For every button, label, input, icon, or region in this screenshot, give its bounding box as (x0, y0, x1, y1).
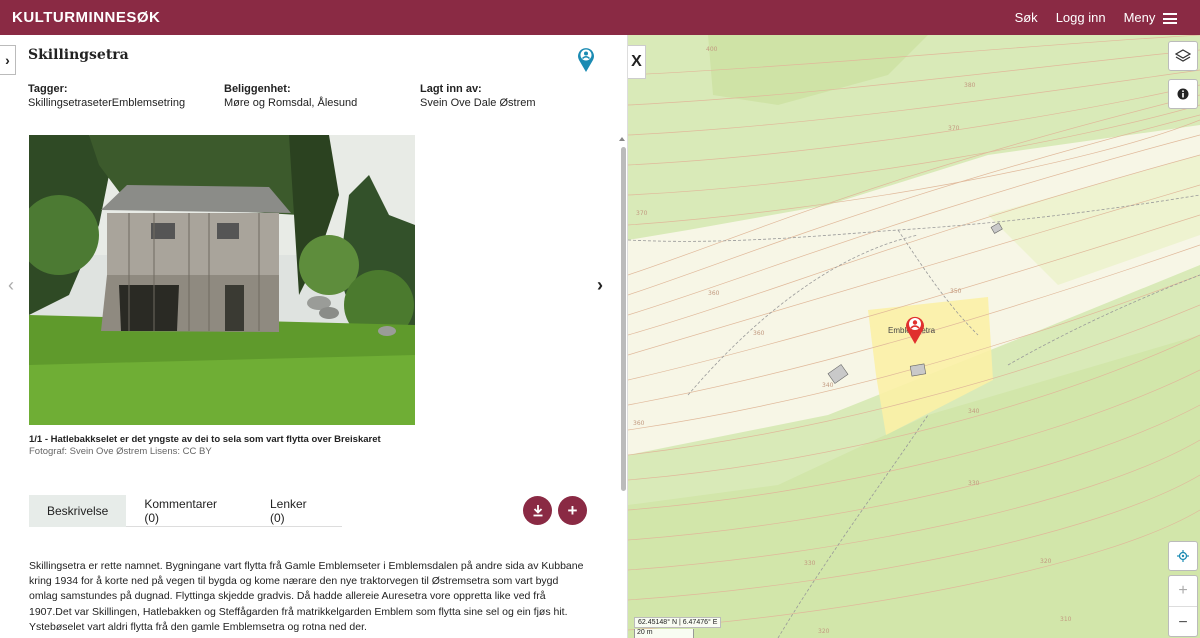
top-bar: KULTURMINNESØK Søk Logg inn Meny (0, 0, 1200, 35)
tab-description[interactable]: Beskrivelse (29, 495, 127, 527)
scale-bar: 20 m (634, 629, 694, 638)
svg-text:350: 350 (950, 288, 962, 295)
location-block: Beliggenhet: Møre og Romsdal, Ålesund (224, 82, 357, 110)
description-text: Skillingsetra er rette namnet. Bygningan… (29, 560, 584, 633)
download-icon (533, 505, 542, 517)
search-link[interactable]: Søk (1006, 10, 1047, 25)
brand-logo[interactable]: KULTURMINNESØK (12, 9, 160, 26)
contour-label: 400 (706, 46, 718, 53)
svg-text:330: 330 (968, 480, 980, 487)
tags-value: SkillingsetraseterEmblemsetring (28, 97, 186, 109)
layers-icon (1175, 49, 1191, 62)
prev-image-button[interactable]: ‹ (8, 275, 14, 296)
tab-links[interactable]: Lenker (0) (252, 495, 342, 527)
info-icon (1177, 88, 1189, 100)
record-panel: › Skillingsetra Tagger: Skillingsetraset… (0, 35, 628, 638)
close-panel-button[interactable]: X (628, 45, 646, 79)
location-pin-icon[interactable] (576, 47, 596, 73)
zoom-controls: + − (1168, 575, 1198, 637)
record-tabs: Beskrivelse Kommentarer (0) Lenker (0) (29, 495, 342, 527)
add-button[interactable]: + (558, 496, 587, 525)
coordinate-readout: 62.45148° N | 6.47476° E (634, 617, 722, 628)
svg-text:380: 380 (964, 82, 976, 89)
expand-panel-button[interactable]: › (0, 45, 16, 75)
photo-caption: 1/1 - Hatlebakkselet er det yngste av de… (29, 434, 381, 458)
map-view[interactable]: 400 380 370 370 360 360 350 340 360 340 … (628, 35, 1200, 638)
location-value: Møre og Romsdal, Ålesund (224, 97, 358, 109)
svg-text:360: 360 (753, 330, 765, 337)
svg-text:370: 370 (636, 210, 648, 217)
tags-block: Tagger: SkillingsetraseterEmblemsetring (28, 82, 185, 110)
svg-text:330: 330 (804, 560, 816, 567)
caption-text: 1/1 - Hatlebakkselet er det yngste av de… (29, 434, 381, 445)
login-link[interactable]: Logg inn (1047, 10, 1115, 25)
download-button[interactable] (523, 496, 552, 525)
zoom-in-button[interactable]: + (1169, 576, 1197, 607)
photo-credit: Fotograf: Svein Ove Østrem Lisens: CC BY (29, 446, 212, 457)
svg-text:370: 370 (948, 125, 960, 132)
panel-scrollbar[interactable] (621, 147, 626, 491)
layers-button[interactable] (1168, 41, 1198, 71)
added-by-block: Lagt inn av: Svein Ove Dale Østrem (420, 82, 536, 110)
zoom-out-button[interactable]: − (1169, 607, 1197, 638)
svg-text:340: 340 (968, 408, 980, 415)
location-label: Beliggenhet: (224, 83, 291, 95)
plus-icon: + (567, 500, 578, 520)
record-title: Skillingsetra (28, 47, 129, 63)
record-photo[interactable] (29, 135, 415, 425)
hamburger-icon (1163, 13, 1177, 25)
added-by-label: Lagt inn av: (420, 83, 482, 95)
tab-comments[interactable]: Kommentarer (0) (126, 495, 252, 527)
locate-icon (1177, 550, 1189, 562)
close-icon: X (631, 53, 642, 70)
chevron-right-icon: › (5, 52, 10, 68)
svg-text:310: 310 (1060, 616, 1072, 623)
next-image-button[interactable]: › (597, 275, 603, 296)
site-marker-icon[interactable] (904, 315, 926, 345)
svg-text:360: 360 (708, 290, 720, 297)
tags-label: Tagger: (28, 83, 68, 95)
locate-button[interactable] (1168, 541, 1198, 571)
top-nav: Søk Logg inn Meny (1006, 10, 1186, 25)
svg-text:360: 360 (633, 420, 645, 427)
menu-label: Meny (1123, 10, 1156, 25)
added-by-value: Svein Ove Dale Østrem (420, 97, 536, 109)
svg-text:320: 320 (818, 628, 830, 635)
svg-text:320: 320 (1040, 558, 1052, 565)
scroll-up-arrow[interactable] (619, 137, 625, 141)
info-button[interactable] (1168, 79, 1198, 109)
menu-button[interactable]: Meny (1115, 10, 1186, 25)
svg-text:340: 340 (822, 382, 834, 389)
